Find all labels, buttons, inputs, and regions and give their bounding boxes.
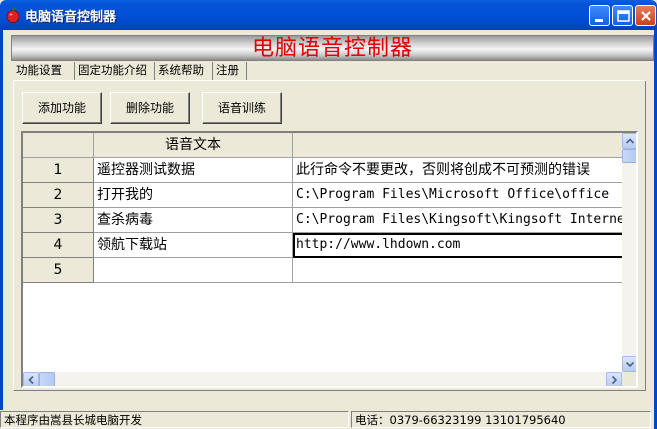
status-phone: 电话：0379-66323199 13101795640 <box>351 411 651 428</box>
window-title: 电脑语音控制器 <box>25 10 117 25</box>
tab-register[interactable]: 注册 <box>213 62 247 80</box>
status-bar: 本程序由嵩县长城电脑开发 电话：0379-66323199 1310179564… <box>0 410 651 429</box>
maximize-button[interactable] <box>612 5 633 26</box>
header-cell-number <box>23 133 94 158</box>
scroll-corner <box>622 372 636 386</box>
vertical-scrollbar[interactable] <box>622 133 636 372</box>
command-cell[interactable]: C:\Program Files\Kingsoft\Kingsoft Inter… <box>293 208 622 233</box>
row-number: 5 <box>23 258 94 283</box>
add-function-button[interactable]: 添加功能 <box>22 92 102 124</box>
apple-icon <box>6 7 20 23</box>
close-icon <box>641 11 651 21</box>
row-number: 3 <box>23 208 94 233</box>
header-row: 语音文本 <box>23 133 622 158</box>
tab-function-settings[interactable]: 功能设置 <box>13 62 75 80</box>
voice-text-cell[interactable]: 遥控器测试数据 <box>94 158 293 183</box>
scroll-left-icon <box>28 375 34 385</box>
header-cell-command <box>293 133 622 158</box>
table-row[interactable]: 3 查杀病毒 C:\Program Files\Kingsoft\Kingsof… <box>23 208 622 233</box>
row-number: 4 <box>23 233 94 258</box>
table-row[interactable]: 5 <box>23 258 622 283</box>
row-number: 2 <box>23 183 94 208</box>
voice-text-cell[interactable]: 打开我的 <box>94 183 293 208</box>
grid-content: 语音文本 1 遥控器测试数据 此行命令不要更改，否则将创成不可预测的错误 2 打… <box>23 133 622 372</box>
voice-command-grid[interactable]: 语音文本 1 遥控器测试数据 此行命令不要更改，否则将创成不可预测的错误 2 打… <box>21 131 638 388</box>
tab-system-help[interactable]: 系统帮助 <box>155 62 213 80</box>
table-row[interactable]: 4 领航下载站 http://www.lhdown.com <box>23 233 622 258</box>
command-cell[interactable] <box>293 258 622 283</box>
row-number: 1 <box>23 158 94 183</box>
scroll-right-icon <box>611 375 618 385</box>
delete-function-button[interactable]: 删除功能 <box>110 92 190 124</box>
horizontal-scrollbar[interactable] <box>23 372 622 386</box>
status-developer: 本程序由嵩县长城电脑开发 <box>0 411 349 428</box>
minimize-icon <box>595 19 603 22</box>
voice-text-cell[interactable] <box>94 258 293 283</box>
scroll-up-button[interactable] <box>622 133 636 149</box>
minimize-button[interactable] <box>589 5 610 26</box>
scroll-up-icon <box>625 138 635 144</box>
vertical-scroll-thumb[interactable] <box>622 149 636 163</box>
close-button[interactable] <box>635 5 656 26</box>
command-cell-selected[interactable]: http://www.lhdown.com <box>293 233 622 258</box>
title-bar[interactable]: 电脑语音控制器 <box>0 0 657 30</box>
horizontal-scroll-thumb[interactable] <box>39 372 55 386</box>
command-cell[interactable]: 此行命令不要更改，否则将创成不可预测的错误 <box>293 158 622 183</box>
table-row[interactable]: 1 遥控器测试数据 此行命令不要更改，否则将创成不可预测的错误 <box>23 158 622 183</box>
command-cell[interactable]: C:\Program Files\Microsoft Office\office <box>293 183 622 208</box>
voice-text-cell[interactable]: 查杀病毒 <box>94 208 293 233</box>
table-row[interactable]: 2 打开我的 C:\Program Files\Microsoft Office… <box>23 183 622 208</box>
tab-fixed-functions[interactable]: 固定功能介绍 <box>75 62 155 80</box>
header-cell-voice-text: 语音文本 <box>94 133 293 158</box>
scroll-left-button[interactable] <box>23 372 39 386</box>
scroll-down-button[interactable] <box>622 356 636 372</box>
voice-text-cell[interactable]: 领航下载站 <box>94 233 293 258</box>
banner-title: 电脑语音控制器 <box>251 36 413 61</box>
scroll-down-icon <box>625 361 635 368</box>
maximize-icon <box>617 10 630 22</box>
banner: 电脑语音控制器 <box>11 35 654 61</box>
voice-training-button[interactable]: 语音训练 <box>202 92 282 124</box>
scroll-right-button[interactable] <box>606 372 622 386</box>
